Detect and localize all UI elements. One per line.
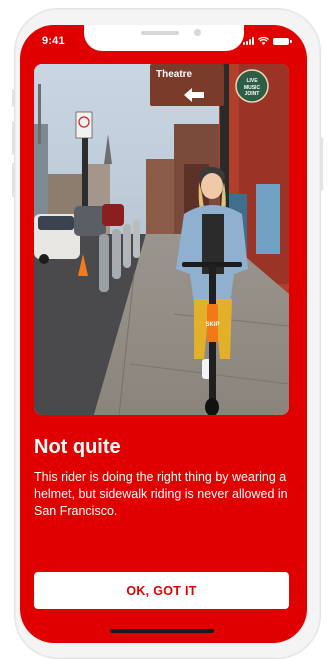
rider-photo: Theatre LIVE MUSIC JOINT SKIP: [34, 64, 289, 415]
feedback-title: Not quite: [34, 436, 121, 458]
live-music-sign-top: LIVE: [246, 78, 258, 84]
app-screen: 9:41 Theatre LIVE MUSIC JOINT SKIP Not q…: [20, 25, 307, 643]
stage: 9:41 Theatre LIVE MUSIC JOINT SKIP Not q…: [0, 0, 327, 659]
status-icons: [243, 35, 292, 45]
wifi-icon: [258, 37, 269, 45]
silent-switch: [12, 89, 15, 107]
battery-icon: [273, 38, 292, 45]
notch: [84, 25, 244, 51]
feedback-message: This rider is doing the right thing by w…: [34, 470, 288, 518]
cellular-signal-icon: [243, 37, 254, 45]
live-music-sign-bottom: JOINT: [245, 91, 260, 97]
volume-down-button: [12, 163, 15, 197]
power-button: [320, 137, 323, 191]
status-time: 9:41: [42, 35, 65, 47]
volume-up-button: [12, 121, 15, 155]
front-camera: [194, 29, 201, 36]
speaker-grille: [141, 31, 179, 35]
ok-got-it-button[interactable]: OK, GOT IT: [34, 572, 289, 609]
scooter-brand-label: SKIP: [205, 322, 219, 328]
home-indicator[interactable]: [110, 629, 214, 633]
theatre-sign-label: Theatre: [156, 69, 193, 80]
